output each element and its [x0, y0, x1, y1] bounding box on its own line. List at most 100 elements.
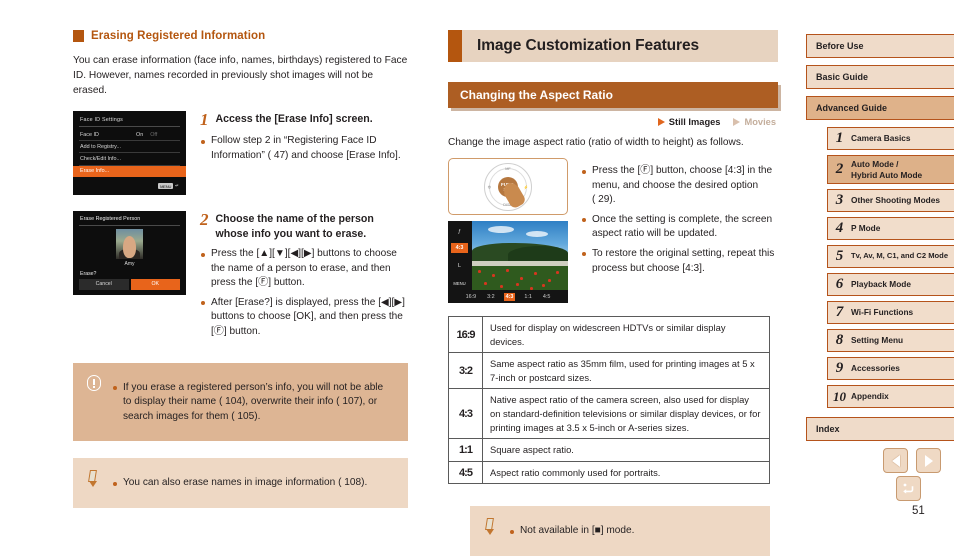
bullet: If you erase a registered person’s info,…	[112, 381, 394, 425]
chapter-number: 8	[835, 332, 844, 348]
ratio-option-16-9[interactable]: 16:9	[464, 293, 479, 301]
chapter-number: 4	[835, 220, 844, 236]
chapter-marker-icon	[448, 30, 462, 62]
sidebar-chapter-3[interactable]: 3 Other Shooting Modes	[827, 189, 954, 212]
step-2-heading: 2 Choose the name of the person whose in…	[200, 211, 408, 241]
warning-bullets: If you erase a registered person’s info,…	[112, 381, 394, 425]
tag-movies: Movies	[733, 117, 776, 127]
figures-column: MF DISP. ⚙ ⚡ FUNC. SET	[448, 158, 568, 303]
note-icon-wrap	[484, 518, 500, 544]
triangle-icon	[657, 118, 665, 126]
lcd-item-aspect-ratio[interactable]: 4:3	[451, 243, 468, 253]
value-off: Off	[150, 131, 158, 138]
sidebar-item-before-use[interactable]: Before Use	[806, 34, 954, 58]
tag-label: Movies	[744, 117, 776, 127]
table-row: 1:1 Square aspect ratio.	[448, 438, 770, 462]
step-2-row: Erase Registered Person Amy Erase? Cance…	[73, 211, 408, 345]
face-id-settings-screen: Face ID Settings Face ID On Off Add to Re…	[73, 111, 186, 195]
table-row: 4:5 Aspect ratio commonly used for portr…	[448, 460, 770, 485]
sidebar-chapter-5[interactable]: 5 Tv, Av, M, C1, and C2 Mode	[827, 245, 954, 268]
lcd-item-image-size[interactable]: L	[451, 261, 468, 271]
chapter-number: 7	[835, 304, 844, 320]
return-home-button[interactable]	[896, 476, 921, 501]
menu-list: Face ID On Off Add to Registry... Check/E…	[73, 129, 186, 177]
menu-item-label: Face ID	[80, 131, 99, 138]
step-1-bullets: Follow step 2 in “Registering Face ID In…	[200, 134, 408, 163]
pencil-icon	[87, 470, 99, 488]
page-number: 51	[912, 505, 925, 517]
sidebar-chapter-2[interactable]: 2 Auto Mode / Hybrid Auto Mode	[827, 155, 954, 184]
step-title: Choose the name of the person whose info…	[215, 213, 374, 240]
next-page-button[interactable]	[916, 448, 941, 473]
sidebar-item-index[interactable]: Index	[806, 417, 954, 441]
chapter-label: Other Shooting Modes	[851, 195, 940, 206]
exclamation-icon	[87, 374, 101, 391]
ratio-option-1-1[interactable]: 1:1	[522, 293, 534, 301]
chapter-label: Accessories	[851, 363, 900, 374]
manual-page: Erasing Registered Information You can e…	[0, 0, 954, 556]
chapter-label: P Mode	[851, 223, 881, 234]
step-1-row: Face ID Settings Face ID On Off Add to Re…	[73, 111, 408, 195]
section-subheading: Erasing Registered Information	[73, 30, 408, 42]
chapter-number: 10	[833, 389, 846, 404]
ratio-description: Aspect ratio commonly used for portraits…	[482, 460, 770, 485]
cloud	[488, 226, 514, 233]
pencil-tip	[486, 529, 494, 536]
divider	[79, 225, 180, 226]
sidebar-chapter-4[interactable]: 4 P Mode	[827, 217, 954, 240]
menu-key-label: MENU	[158, 183, 174, 189]
sidebar-chapter-1[interactable]: 1 Camera Basics	[827, 127, 954, 150]
ratio-option-3-2[interactable]: 3:2	[485, 293, 497, 301]
bullet: You can also erase names in image inform…	[112, 476, 394, 491]
sidebar-chapter-7[interactable]: 7 Wi-Fi Functions	[827, 301, 954, 324]
pencil-icon	[484, 518, 496, 536]
sidebar-chapter-8[interactable]: 8 Setting Menu	[827, 329, 954, 352]
cancel-button[interactable]: Cancel	[79, 279, 129, 290]
bullet: To restore the original setting, repeat …	[581, 247, 778, 276]
lcd-item-flash[interactable]: ƒ	[451, 227, 468, 237]
ratio-key: 4:5	[448, 460, 483, 485]
divider	[79, 126, 180, 127]
sidebar-chapter-9[interactable]: 9 Accessories	[827, 357, 954, 380]
chapter-label: Wi-Fi Functions	[851, 307, 914, 318]
lcd-item-menu[interactable]: MENU	[451, 278, 468, 288]
menu-item-check-edit-info[interactable]: Check/Edit Info...	[73, 153, 186, 164]
menu-item-value: On Off	[136, 132, 157, 138]
note-callout: You can also erase names in image inform…	[73, 458, 408, 508]
chapter-label: Playback Mode	[851, 279, 911, 290]
note-body: You can also erase names in image inform…	[112, 470, 394, 496]
chapter-number: 6	[835, 276, 844, 292]
pencil-tip	[89, 481, 97, 488]
step-2-bullets: Press the [▲][▼][◀][▶] buttons to choose…	[200, 247, 408, 340]
sidebar-chapter-10[interactable]: 10 Appendix	[827, 385, 954, 408]
note-icon-wrap	[87, 470, 103, 496]
chapter-label: Tv, Av, M, C1, and C2 Mode	[851, 251, 949, 261]
ratio-option-4-5[interactable]: 4:5	[541, 293, 553, 301]
lead-paragraph: Change the image aspect ratio (ratio of …	[448, 137, 744, 148]
person-thumbnail[interactable]	[116, 229, 143, 259]
section-header: Changing the Aspect Ratio	[448, 82, 781, 111]
sidebar-item-basic-guide[interactable]: Basic Guide	[806, 65, 954, 89]
step-title: Access the [Erase Info] screen.	[215, 113, 373, 125]
menu-item-face-id[interactable]: Face ID On Off	[73, 129, 186, 140]
warning-callout: If you erase a registered person’s info,…	[73, 362, 408, 442]
menu-item-erase-info[interactable]: Erase Info...	[73, 165, 186, 177]
ok-button[interactable]: OK	[130, 279, 180, 290]
tag-label: Still Images	[668, 117, 721, 127]
lcd-bottom-options: 16:9 3:2 4:3 1:1 4:5	[448, 290, 568, 303]
chapter-label: Auto Mode / Hybrid Auto Mode	[851, 159, 923, 180]
erase-registered-person-screen: Erase Registered Person Amy Erase? Cance…	[73, 211, 186, 295]
aspect-ratio-table: 16:9 Used for display on widescreen HDTV…	[448, 315, 770, 485]
sidebar-item-advanced-guide[interactable]: Advanced Guide	[806, 96, 954, 120]
chapter-number: 9	[835, 360, 844, 376]
ratio-option-4-3[interactable]: 4:3	[503, 292, 516, 301]
triangle-icon	[733, 118, 741, 126]
dial-label-top: MF	[505, 166, 511, 171]
menu-item-add-to-registry[interactable]: Add to Registry...	[73, 141, 186, 152]
ratio-description: Native aspect ratio of the camera screen…	[482, 388, 770, 440]
hill-near	[508, 246, 568, 262]
ratio-description: Same aspect ratio as 35mm film, used for…	[482, 352, 770, 390]
left-column: Erasing Registered Information You can e…	[73, 30, 408, 508]
sidebar-chapter-6[interactable]: 6 Playback Mode	[827, 273, 954, 296]
previous-page-button[interactable]	[883, 448, 908, 473]
